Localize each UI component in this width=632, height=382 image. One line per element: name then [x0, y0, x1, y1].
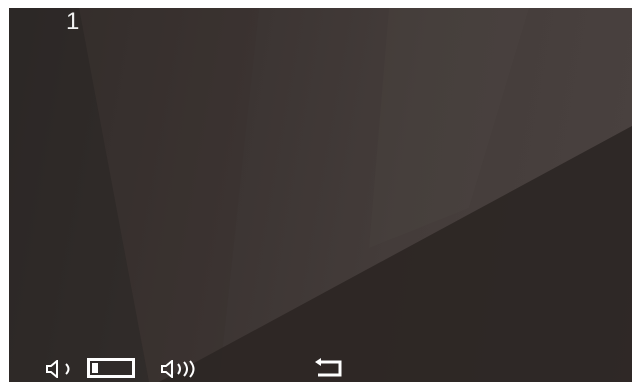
back-arrow-icon[interactable] — [314, 358, 344, 378]
control-bar — [9, 352, 632, 382]
channel-number: 1 — [66, 8, 80, 35]
app-window: 1 — [0, 0, 632, 382]
volume-level-fill — [92, 363, 98, 373]
volume-up-icon[interactable] — [161, 360, 197, 378]
volume-down-icon[interactable] — [46, 360, 74, 378]
video-screen: 1 — [9, 8, 632, 382]
background-wallpaper — [9, 8, 632, 382]
volume-level-bar[interactable] — [87, 358, 135, 378]
